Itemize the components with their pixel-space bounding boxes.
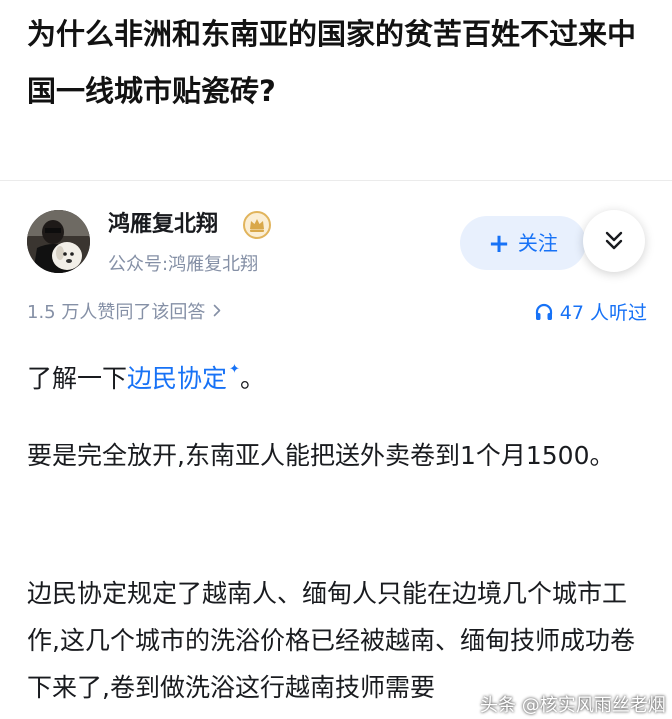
divider xyxy=(0,180,672,181)
plus-icon: + xyxy=(488,229,510,259)
watermark: 头条 @核实风雨丝老烟 xyxy=(480,695,666,716)
avatar-image xyxy=(27,210,90,273)
answer-meta-row: 1.5 万人赞同了该回答 47 人听过 xyxy=(27,298,647,328)
chevron-right-icon xyxy=(214,304,221,317)
answer-paragraph-2: 要是完全放开,东南亚人能把送外卖卷到1个月1500。 xyxy=(27,441,615,470)
answer-paragraph-1: 了解一下边民协定 ✦。 xyxy=(27,346,647,402)
border-agreement-link[interactable]: 边民协定 xyxy=(127,364,227,393)
follow-label: 关注 xyxy=(517,231,558,255)
double-chevron-down-icon xyxy=(605,231,623,250)
question-title: 为什么非洲和东南亚的国家的贫苦百姓不过来中国一线城市贴瓷砖? xyxy=(27,17,637,108)
crown-badge-icon xyxy=(243,211,271,239)
upvote-count-link[interactable]: 1.5 万人赞同了该回答 xyxy=(27,298,221,328)
upvote-count-text: 1.5 万人赞同了该回答 xyxy=(27,302,206,323)
listen-count-text: 47 人听过 xyxy=(559,302,647,324)
expand-button[interactable] xyxy=(583,210,645,272)
answer-paragraph-3: 边民协定规定了越南人、缅甸人只能在边境几个城市工作,这几个城市的洗浴价格已经被越… xyxy=(27,579,635,702)
author-name[interactable]: 鸿雁复北翔 xyxy=(108,208,218,242)
sparkle-icon: ✦ xyxy=(229,362,240,377)
author-subtitle: 公众号:鸿雁复北翔 xyxy=(108,254,259,275)
listen-button[interactable]: 47 人听过 xyxy=(534,298,647,328)
answer-text: 。 xyxy=(239,364,265,393)
answer-text: 了解一下 xyxy=(27,364,128,393)
headphones-icon xyxy=(535,303,552,320)
author-avatar[interactable] xyxy=(27,210,90,273)
follow-button[interactable]: + 关注 xyxy=(460,216,586,270)
